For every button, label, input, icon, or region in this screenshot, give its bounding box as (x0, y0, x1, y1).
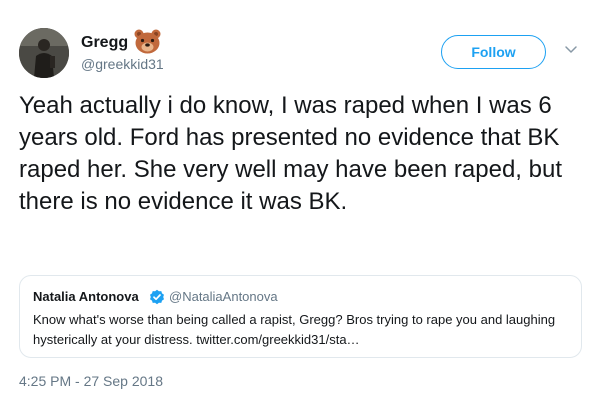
quoted-tweet-text: Know what's worse than being called a ra… (33, 312, 556, 347)
author-name[interactable]: Gregg (81, 33, 128, 53)
quoted-tweet[interactable]: Natalia Antonova @NataliaAntonova Know w… (19, 275, 582, 358)
quoted-author-name: Natalia Antonova (33, 289, 139, 304)
tweet-card: Gregg @greekkid31 Follow Yeah actually i… (0, 0, 593, 403)
verified-badge-icon (150, 289, 164, 305)
author-handle[interactable]: @greekkid31 (81, 55, 164, 73)
tweet-timestamp[interactable]: 4:25 PM - 27 Sep 2018 (19, 372, 163, 390)
chevron-down-icon[interactable] (564, 45, 578, 55)
follow-button[interactable]: Follow (441, 35, 546, 69)
quoted-author-handle: @NataliaAntonova (169, 289, 278, 304)
bear-face-icon (134, 29, 161, 54)
avatar[interactable] (19, 28, 69, 78)
tweet-text: Yeah actually i do know, I was raped whe… (19, 92, 562, 215)
